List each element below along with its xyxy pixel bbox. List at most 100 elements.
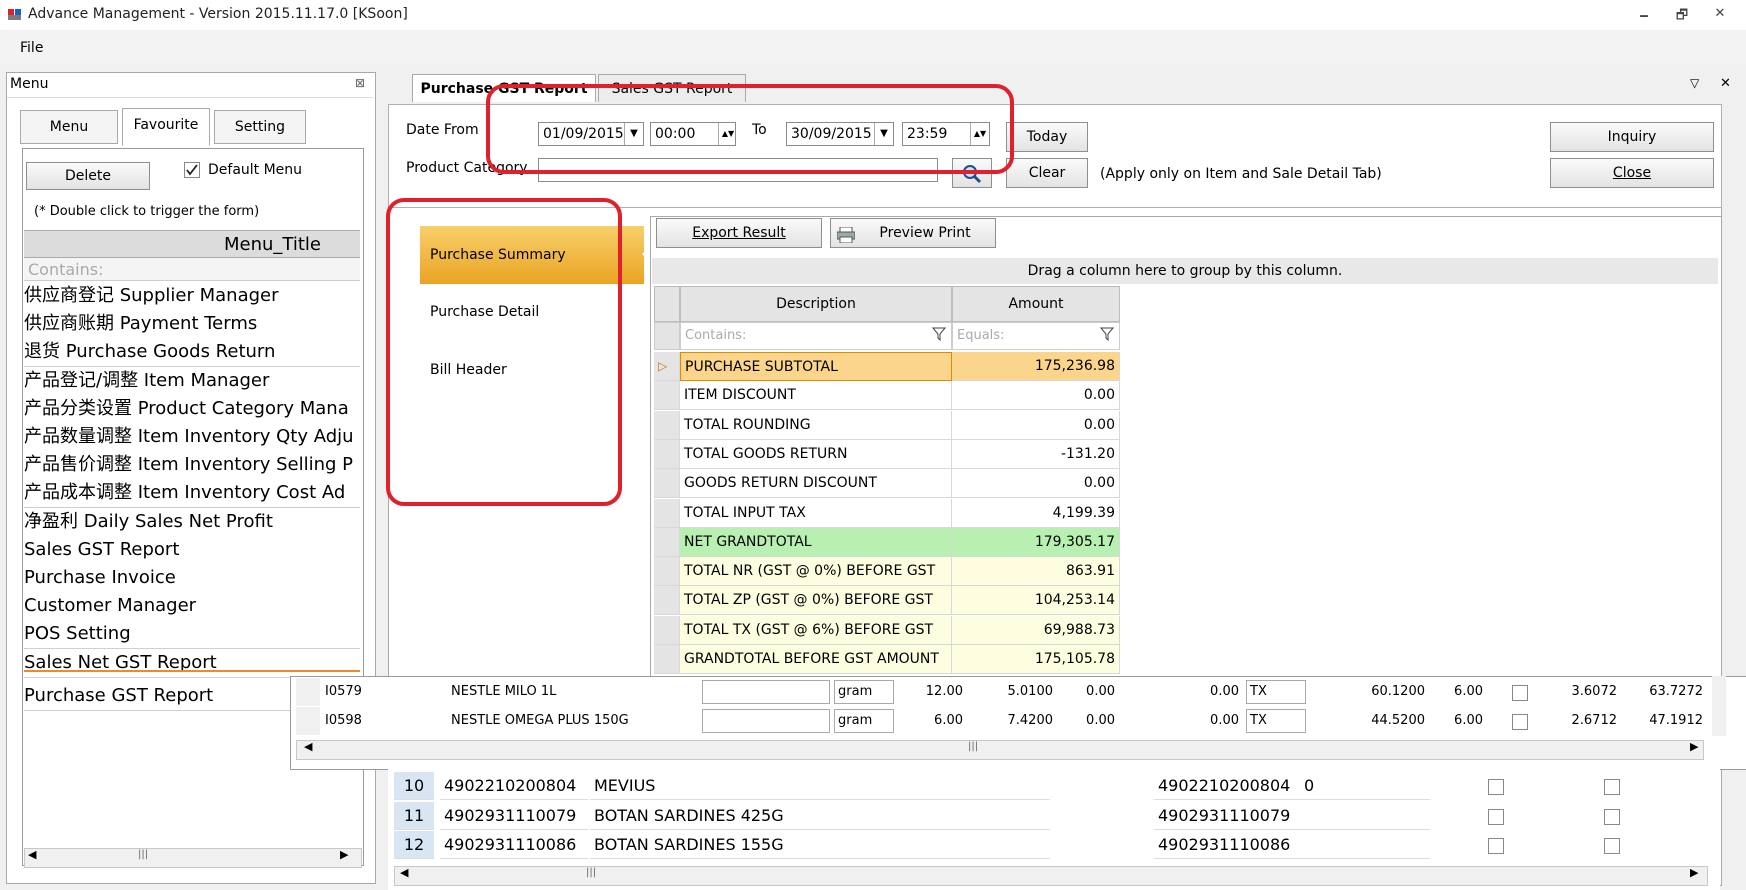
product-checkbox[interactable] xyxy=(1604,838,1620,854)
product-extra-cell[interactable] xyxy=(1300,831,1430,859)
menu-list-item[interactable]: POS Setting xyxy=(24,620,360,650)
product-extra-cell[interactable]: 0 xyxy=(1300,772,1430,800)
summary-amount-cell[interactable]: 175,236.98 xyxy=(952,352,1120,381)
product-extra-cell[interactable] xyxy=(1300,802,1430,830)
product-name-cell[interactable]: MEVIUS xyxy=(590,772,1050,800)
default-menu-checkbox[interactable] xyxy=(184,162,200,178)
menu-list-item[interactable]: Sales GST Report xyxy=(24,535,360,565)
menu-list-item[interactable]: 产品售价调整 Item Inventory Selling P xyxy=(24,451,360,481)
clear-button[interactable]: Clear xyxy=(1006,158,1088,188)
item-code-cell[interactable]: I0598 xyxy=(322,707,446,735)
summary-description-cell[interactable]: TOTAL TX (GST @ 6%) BEFORE GST xyxy=(680,615,952,645)
scroll-right-icon[interactable]: ▶ xyxy=(1690,866,1698,879)
summary-description-cell[interactable]: TOTAL GOODS RETURN xyxy=(680,439,952,469)
menu-list-item[interactable]: 产品登记/调整 Item Manager xyxy=(24,366,360,396)
group-by-panel[interactable]: Drag a column here to group by this colu… xyxy=(652,258,1718,284)
pin-icon[interactable]: ⊠ xyxy=(355,76,365,90)
amount-column-header[interactable]: Amount xyxy=(952,286,1120,322)
scroll-left-icon[interactable]: ◀ xyxy=(400,866,408,879)
menu-list-item[interactable]: 产品成本调整 Item Inventory Cost Ad xyxy=(24,479,360,509)
close-button[interactable]: ✕ xyxy=(1710,6,1730,22)
item-net-cell[interactable]: 47.1912 xyxy=(1622,707,1706,735)
product-row-number[interactable]: 10 xyxy=(394,772,434,800)
item-tax-code-field[interactable]: TX xyxy=(1246,709,1306,733)
item-qty-cell[interactable]: 6.00 xyxy=(896,707,966,735)
item-qty-cell[interactable]: 12.00 xyxy=(896,678,966,706)
preview-print-button[interactable]: Preview Print xyxy=(830,218,996,248)
item-amount-cell[interactable]: 0.00 xyxy=(1120,678,1242,706)
menu-file[interactable]: File xyxy=(20,40,43,56)
menu-list-item[interactable]: 净盈利 Daily Sales Net Profit xyxy=(24,507,360,537)
menu-list-item[interactable]: Customer Manager xyxy=(24,592,360,622)
summary-amount-cell[interactable]: -131.20 xyxy=(952,439,1120,469)
menu-list-item[interactable]: 供应商登记 Supplier Manager xyxy=(24,282,360,311)
item-rate-cell[interactable]: 6.00 xyxy=(1430,678,1486,706)
item-gst-cell[interactable]: 3.6072 xyxy=(1540,678,1620,706)
product-barcode-cell[interactable]: 4902931110086 xyxy=(440,831,588,859)
today-button[interactable]: Today xyxy=(1006,122,1088,152)
product-name-cell[interactable]: BOTAN SARDINES 155G xyxy=(590,831,1050,859)
row-indicator[interactable] xyxy=(654,615,680,645)
item-discount-cell[interactable]: 0.00 xyxy=(1058,707,1118,735)
scroll-grip[interactable]: ||| xyxy=(586,867,596,878)
item-rate-cell[interactable]: 6.00 xyxy=(1430,707,1486,735)
scroll-left-icon[interactable]: ◀ xyxy=(304,740,312,753)
summary-amount-cell[interactable]: 179,305.17 xyxy=(952,527,1120,557)
description-filter-input[interactable]: Contains: xyxy=(680,322,952,350)
item-tax-code-field[interactable]: TX xyxy=(1246,680,1306,704)
item-total-cell[interactable]: 60.1200 xyxy=(1310,678,1428,706)
product-barcode2-cell[interactable]: 4902931110086 xyxy=(1154,831,1302,859)
product-name-cell[interactable]: BOTAN SARDINES 425G xyxy=(590,802,1050,830)
pane-close-icon[interactable]: ✕ xyxy=(1720,76,1731,91)
item-remark-input[interactable] xyxy=(702,680,830,704)
close-report-button[interactable]: Close xyxy=(1550,158,1714,188)
row-indicator[interactable] xyxy=(654,645,680,674)
scroll-grip[interactable]: ||| xyxy=(968,741,978,752)
item-checkbox[interactable] xyxy=(1512,685,1528,701)
menu-list-item[interactable]: 供应商账期 Payment Terms xyxy=(24,310,360,340)
item-net-cell[interactable]: 63.7272 xyxy=(1622,678,1706,706)
product-checkbox[interactable] xyxy=(1488,779,1504,795)
product-row-number[interactable]: 11 xyxy=(394,801,434,830)
item-code-cell[interactable]: I0579 xyxy=(322,678,446,706)
menu-list-item[interactable]: 产品数量调整 Item Inventory Qty Adju xyxy=(24,423,360,452)
summary-description-cell[interactable]: TOTAL ZP (GST @ 0%) BEFORE GST xyxy=(680,586,952,616)
summary-amount-cell[interactable]: 175,105.78 xyxy=(952,645,1120,674)
scroll-right-icon[interactable]: ▶ xyxy=(1690,740,1698,753)
row-indicator[interactable] xyxy=(654,498,680,528)
summary-amount-cell[interactable]: 69,988.73 xyxy=(952,615,1120,645)
description-column-header[interactable]: Description xyxy=(680,286,952,322)
item-name-cell[interactable]: NESTLE OMEGA PLUS 150G xyxy=(448,707,698,735)
summary-description-cell[interactable]: GRANDTOTAL BEFORE GST AMOUNT xyxy=(680,645,952,674)
filter-icon[interactable] xyxy=(1099,327,1115,345)
item-price-cell[interactable]: 5.0100 xyxy=(968,678,1056,706)
menu-filter-input[interactable]: Contains: xyxy=(28,260,104,279)
row-indicator[interactable] xyxy=(654,586,680,616)
menu-list-item[interactable]: Purchase Invoice xyxy=(24,564,360,593)
product-barcode-cell[interactable]: 4902210200804 xyxy=(440,772,588,800)
summary-amount-cell[interactable]: 104,253.14 xyxy=(952,586,1120,616)
product-barcode2-cell[interactable]: 4902931110079 xyxy=(1154,802,1302,830)
product-checkbox[interactable] xyxy=(1488,808,1504,825)
row-indicator[interactable] xyxy=(654,439,680,469)
menu-list-item[interactable]: Sales Net GST Report xyxy=(24,648,360,678)
scroll-grip[interactable]: ||| xyxy=(138,849,148,860)
item-total-cell[interactable]: 44.5200 xyxy=(1310,707,1428,735)
menu-list-item[interactable]: 退货 Purchase Goods Return xyxy=(24,338,360,368)
product-row-number[interactable]: 12 xyxy=(394,831,434,859)
export-result-button[interactable]: Export Result xyxy=(656,218,822,248)
menu-horizontal-scrollbar[interactable] xyxy=(24,848,362,868)
summary-amount-cell[interactable]: 0.00 xyxy=(952,469,1120,499)
summary-amount-cell[interactable]: 863.91 xyxy=(952,557,1120,587)
summary-description-cell[interactable]: TOTAL INPUT TAX xyxy=(680,498,952,528)
row-indicator[interactable] xyxy=(654,381,680,411)
row-indicator[interactable] xyxy=(654,469,680,499)
filter-icon[interactable] xyxy=(931,327,947,345)
minimize-button[interactable]: 🗕 xyxy=(1634,6,1654,23)
summary-description-cell[interactable]: NET GRANDTOTAL xyxy=(680,527,952,557)
item-price-cell[interactable]: 7.4200 xyxy=(968,707,1056,735)
summary-amount-cell[interactable]: 0.00 xyxy=(952,410,1120,440)
item-name-cell[interactable]: NESTLE MILO 1L xyxy=(448,678,698,706)
row-indicator[interactable] xyxy=(654,527,680,557)
restore-button[interactable]: 🗗 xyxy=(1672,6,1692,23)
